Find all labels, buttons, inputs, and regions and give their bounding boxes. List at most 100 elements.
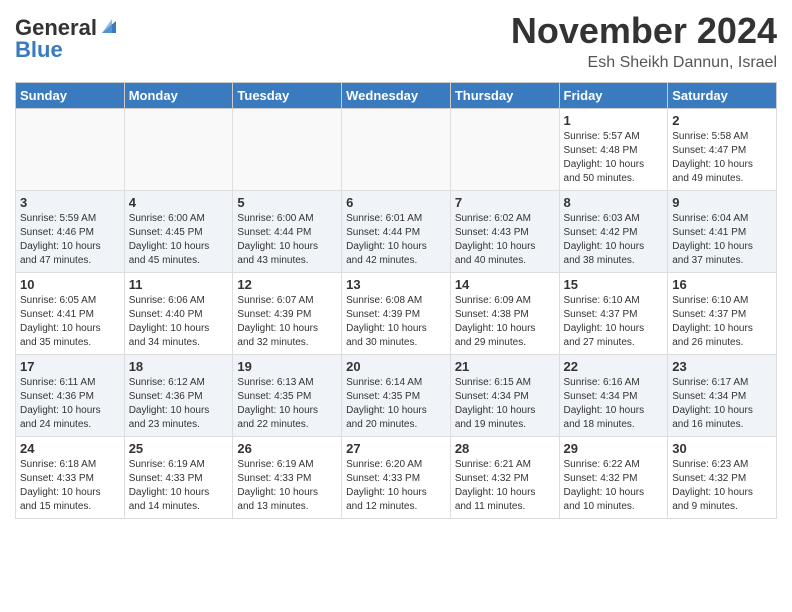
calendar-day-cell: 28 Sunrise: 6:21 AMSunset: 4:32 PMDayligh… [450,437,559,519]
day-info: Sunrise: 6:09 AMSunset: 4:38 PMDaylight:… [455,294,555,350]
day-number: 13 [346,277,446,292]
day-info: Sunrise: 6:06 AMSunset: 4:40 PMDaylight:… [129,294,229,350]
day-number: 25 [129,441,229,456]
weekday-header: Monday [124,83,233,109]
day-info: Sunrise: 6:01 AMSunset: 4:44 PMDaylight:… [346,212,446,268]
weekday-header: Thursday [450,83,559,109]
day-info: Sunrise: 5:59 AMSunset: 4:46 PMDaylight:… [20,212,120,268]
day-number: 12 [237,277,337,292]
calendar-day-cell [450,109,559,191]
calendar-day-cell: 21Sunrise: 6:15 AMSunset: 4:34 PMDayligh… [450,355,559,437]
day-number: 7 [455,195,555,210]
calendar-day-cell: 29 Sunrise: 6:22 AMSunset: 4:32 PMDayligh… [559,437,668,519]
calendar-day-cell [233,109,342,191]
day-number: 30 [672,441,772,456]
day-number: 6 [346,195,446,210]
calendar-day-cell: 8 Sunrise: 6:03 AMSunset: 4:42 PMDaylight… [559,191,668,273]
day-info: Sunrise: 6:17 AMSunset: 4:34 PMDaylight:… [672,376,772,432]
day-info: Sunrise: 6:19 AMSunset: 4:33 PMDaylight:… [129,458,229,514]
weekday-header: Wednesday [342,83,451,109]
day-number: 23 [672,359,772,374]
page-header: General Blue November 2024 Esh Sheikh Da… [15,10,777,72]
day-number: 26 [237,441,337,456]
day-info: Sunrise: 6:07 AMSunset: 4:39 PMDaylight:… [237,294,337,350]
calendar-day-cell: 17 Sunrise: 6:11 AMSunset: 4:36 PMDayligh… [16,355,125,437]
calendar-day-cell: 6 Sunrise: 6:01 AMSunset: 4:44 PMDaylight… [342,191,451,273]
day-number: 5 [237,195,337,210]
day-number: 9 [672,195,772,210]
day-number: 21 [455,359,555,374]
day-info: Sunrise: 6:23 AMSunset: 4:32 PMDaylight:… [672,458,772,514]
day-info: Sunrise: 6:03 AMSunset: 4:42 PMDaylight:… [564,212,664,268]
calendar-day-cell: 24Sunrise: 6:18 AMSunset: 4:33 PMDayligh… [16,437,125,519]
day-info: Sunrise: 5:57 AMSunset: 4:48 PMDaylight:… [564,130,664,186]
calendar-day-cell: 16Sunrise: 6:10 AMSunset: 4:37 PMDayligh… [668,273,777,355]
day-number: 2 [672,113,772,128]
day-number: 29 [564,441,664,456]
calendar-day-cell: 18 Sunrise: 6:12 AMSunset: 4:36 PMDayligh… [124,355,233,437]
location: Esh Sheikh Dannun, Israel [511,54,777,72]
day-number: 28 [455,441,555,456]
day-number: 1 [564,113,664,128]
calendar-day-cell: 12 Sunrise: 6:07 AMSunset: 4:39 PMDayligh… [233,273,342,355]
calendar-day-cell: 22Sunrise: 6:16 AMSunset: 4:34 PMDayligh… [559,355,668,437]
calendar-day-cell: 5 Sunrise: 6:00 AMSunset: 4:44 PMDaylight… [233,191,342,273]
day-info: Sunrise: 6:16 AMSunset: 4:34 PMDaylight:… [564,376,664,432]
day-info: Sunrise: 6:21 AMSunset: 4:32 PMDaylight:… [455,458,555,514]
day-number: 3 [20,195,120,210]
calendar-day-cell: 30 Sunrise: 6:23 AMSunset: 4:32 PMDayligh… [668,437,777,519]
logo: General Blue [15,15,120,63]
calendar-week-row: 17 Sunrise: 6:11 AMSunset: 4:36 PMDayligh… [16,355,777,437]
calendar-week-row: 3 Sunrise: 5:59 AMSunset: 4:46 PMDaylight… [16,191,777,273]
day-info: Sunrise: 6:14 AMSunset: 4:35 PMDaylight:… [346,376,446,432]
day-info: Sunrise: 6:00 AMSunset: 4:45 PMDaylight:… [129,212,229,268]
calendar-day-cell: 1 Sunrise: 5:57 AMSunset: 4:48 PMDaylight… [559,109,668,191]
calendar-day-cell: 13 Sunrise: 6:08 AMSunset: 4:39 PMDayligh… [342,273,451,355]
logo-blue: Blue [15,37,63,63]
day-number: 18 [129,359,229,374]
day-number: 15 [564,277,664,292]
calendar-day-cell: 15Sunrise: 6:10 AMSunset: 4:37 PMDayligh… [559,273,668,355]
calendar-day-cell: 7Sunrise: 6:02 AMSunset: 4:43 PMDaylight… [450,191,559,273]
day-number: 11 [129,277,229,292]
day-info: Sunrise: 6:00 AMSunset: 4:44 PMDaylight:… [237,212,337,268]
calendar-week-row: 24Sunrise: 6:18 AMSunset: 4:33 PMDayligh… [16,437,777,519]
day-info: Sunrise: 6:22 AMSunset: 4:32 PMDaylight:… [564,458,664,514]
day-number: 10 [20,277,120,292]
calendar-day-cell [16,109,125,191]
day-number: 4 [129,195,229,210]
calendar-header-row: SundayMondayTuesdayWednesdayThursdayFrid… [16,83,777,109]
calendar-day-cell: 4 Sunrise: 6:00 AMSunset: 4:45 PMDaylight… [124,191,233,273]
calendar-week-row: 10 Sunrise: 6:05 AMSunset: 4:41 PMDayligh… [16,273,777,355]
day-info: Sunrise: 6:19 AMSunset: 4:33 PMDaylight:… [237,458,337,514]
day-number: 14 [455,277,555,292]
day-info: Sunrise: 6:20 AMSunset: 4:33 PMDaylight:… [346,458,446,514]
calendar-table: SundayMondayTuesdayWednesdayThursdayFrid… [15,82,777,519]
day-number: 17 [20,359,120,374]
day-number: 19 [237,359,337,374]
calendar-day-cell: 27 Sunrise: 6:20 AMSunset: 4:33 PMDayligh… [342,437,451,519]
title-area: November 2024 Esh Sheikh Dannun, Israel [511,10,777,72]
weekday-header: Sunday [16,83,125,109]
day-info: Sunrise: 6:13 AMSunset: 4:35 PMDaylight:… [237,376,337,432]
day-info: Sunrise: 6:04 AMSunset: 4:41 PMDaylight:… [672,212,772,268]
day-info: Sunrise: 6:12 AMSunset: 4:36 PMDaylight:… [129,376,229,432]
calendar-day-cell: 19 Sunrise: 6:13 AMSunset: 4:35 PMDayligh… [233,355,342,437]
day-number: 8 [564,195,664,210]
calendar-day-cell [124,109,233,191]
calendar-day-cell: 10 Sunrise: 6:05 AMSunset: 4:41 PMDayligh… [16,273,125,355]
day-info: Sunrise: 6:05 AMSunset: 4:41 PMDaylight:… [20,294,120,350]
month-title: November 2024 [511,10,777,52]
calendar-week-row: 1 Sunrise: 5:57 AMSunset: 4:48 PMDaylight… [16,109,777,191]
day-number: 27 [346,441,446,456]
weekday-header: Friday [559,83,668,109]
day-info: Sunrise: 6:08 AMSunset: 4:39 PMDaylight:… [346,294,446,350]
weekday-header: Saturday [668,83,777,109]
weekday-header: Tuesday [233,83,342,109]
calendar-day-cell: 14 Sunrise: 6:09 AMSunset: 4:38 PMDayligh… [450,273,559,355]
calendar-day-cell: 20Sunrise: 6:14 AMSunset: 4:35 PMDayligh… [342,355,451,437]
day-info: Sunrise: 6:11 AMSunset: 4:36 PMDaylight:… [20,376,120,432]
calendar-day-cell: 2Sunrise: 5:58 AMSunset: 4:47 PMDaylight… [668,109,777,191]
calendar-day-cell: 23 Sunrise: 6:17 AMSunset: 4:34 PMDayligh… [668,355,777,437]
day-number: 16 [672,277,772,292]
